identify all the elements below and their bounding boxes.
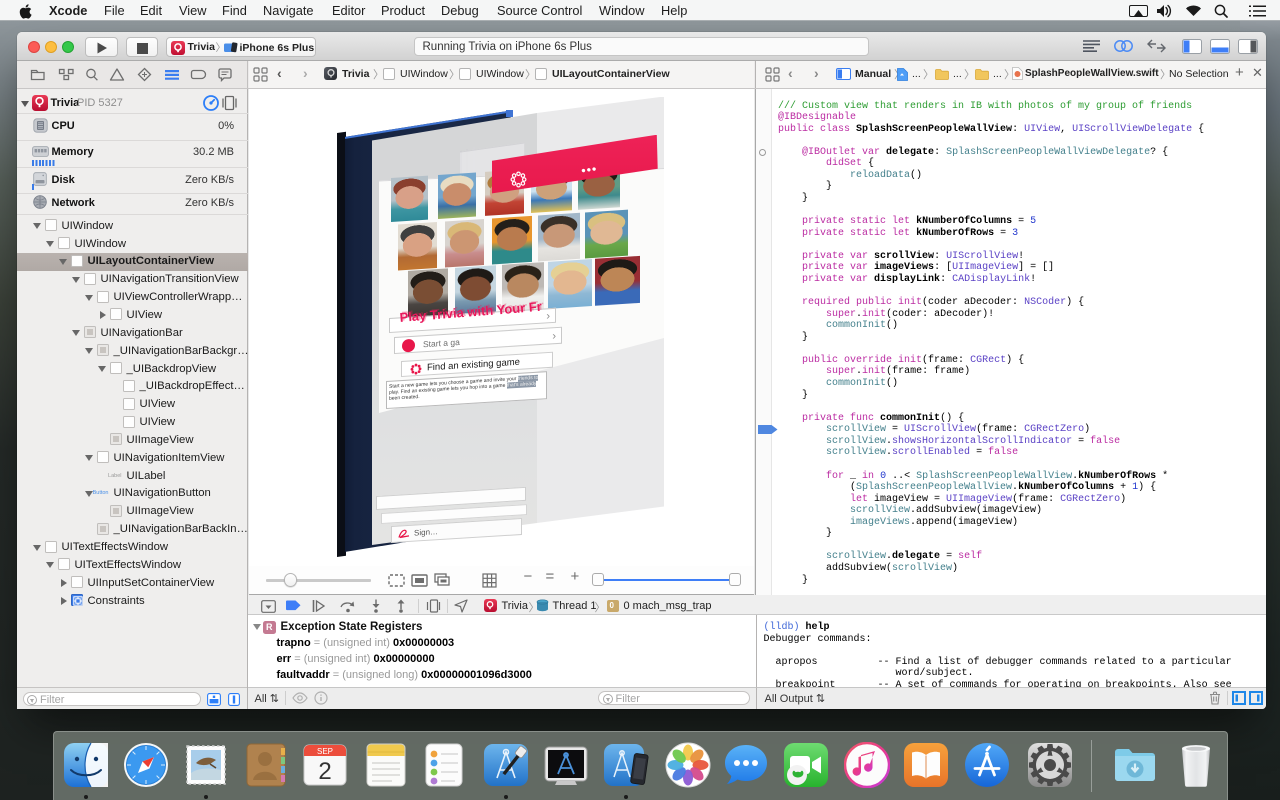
svg-text:SEP: SEP: [317, 747, 333, 756]
svg-text:2: 2: [318, 758, 331, 785]
